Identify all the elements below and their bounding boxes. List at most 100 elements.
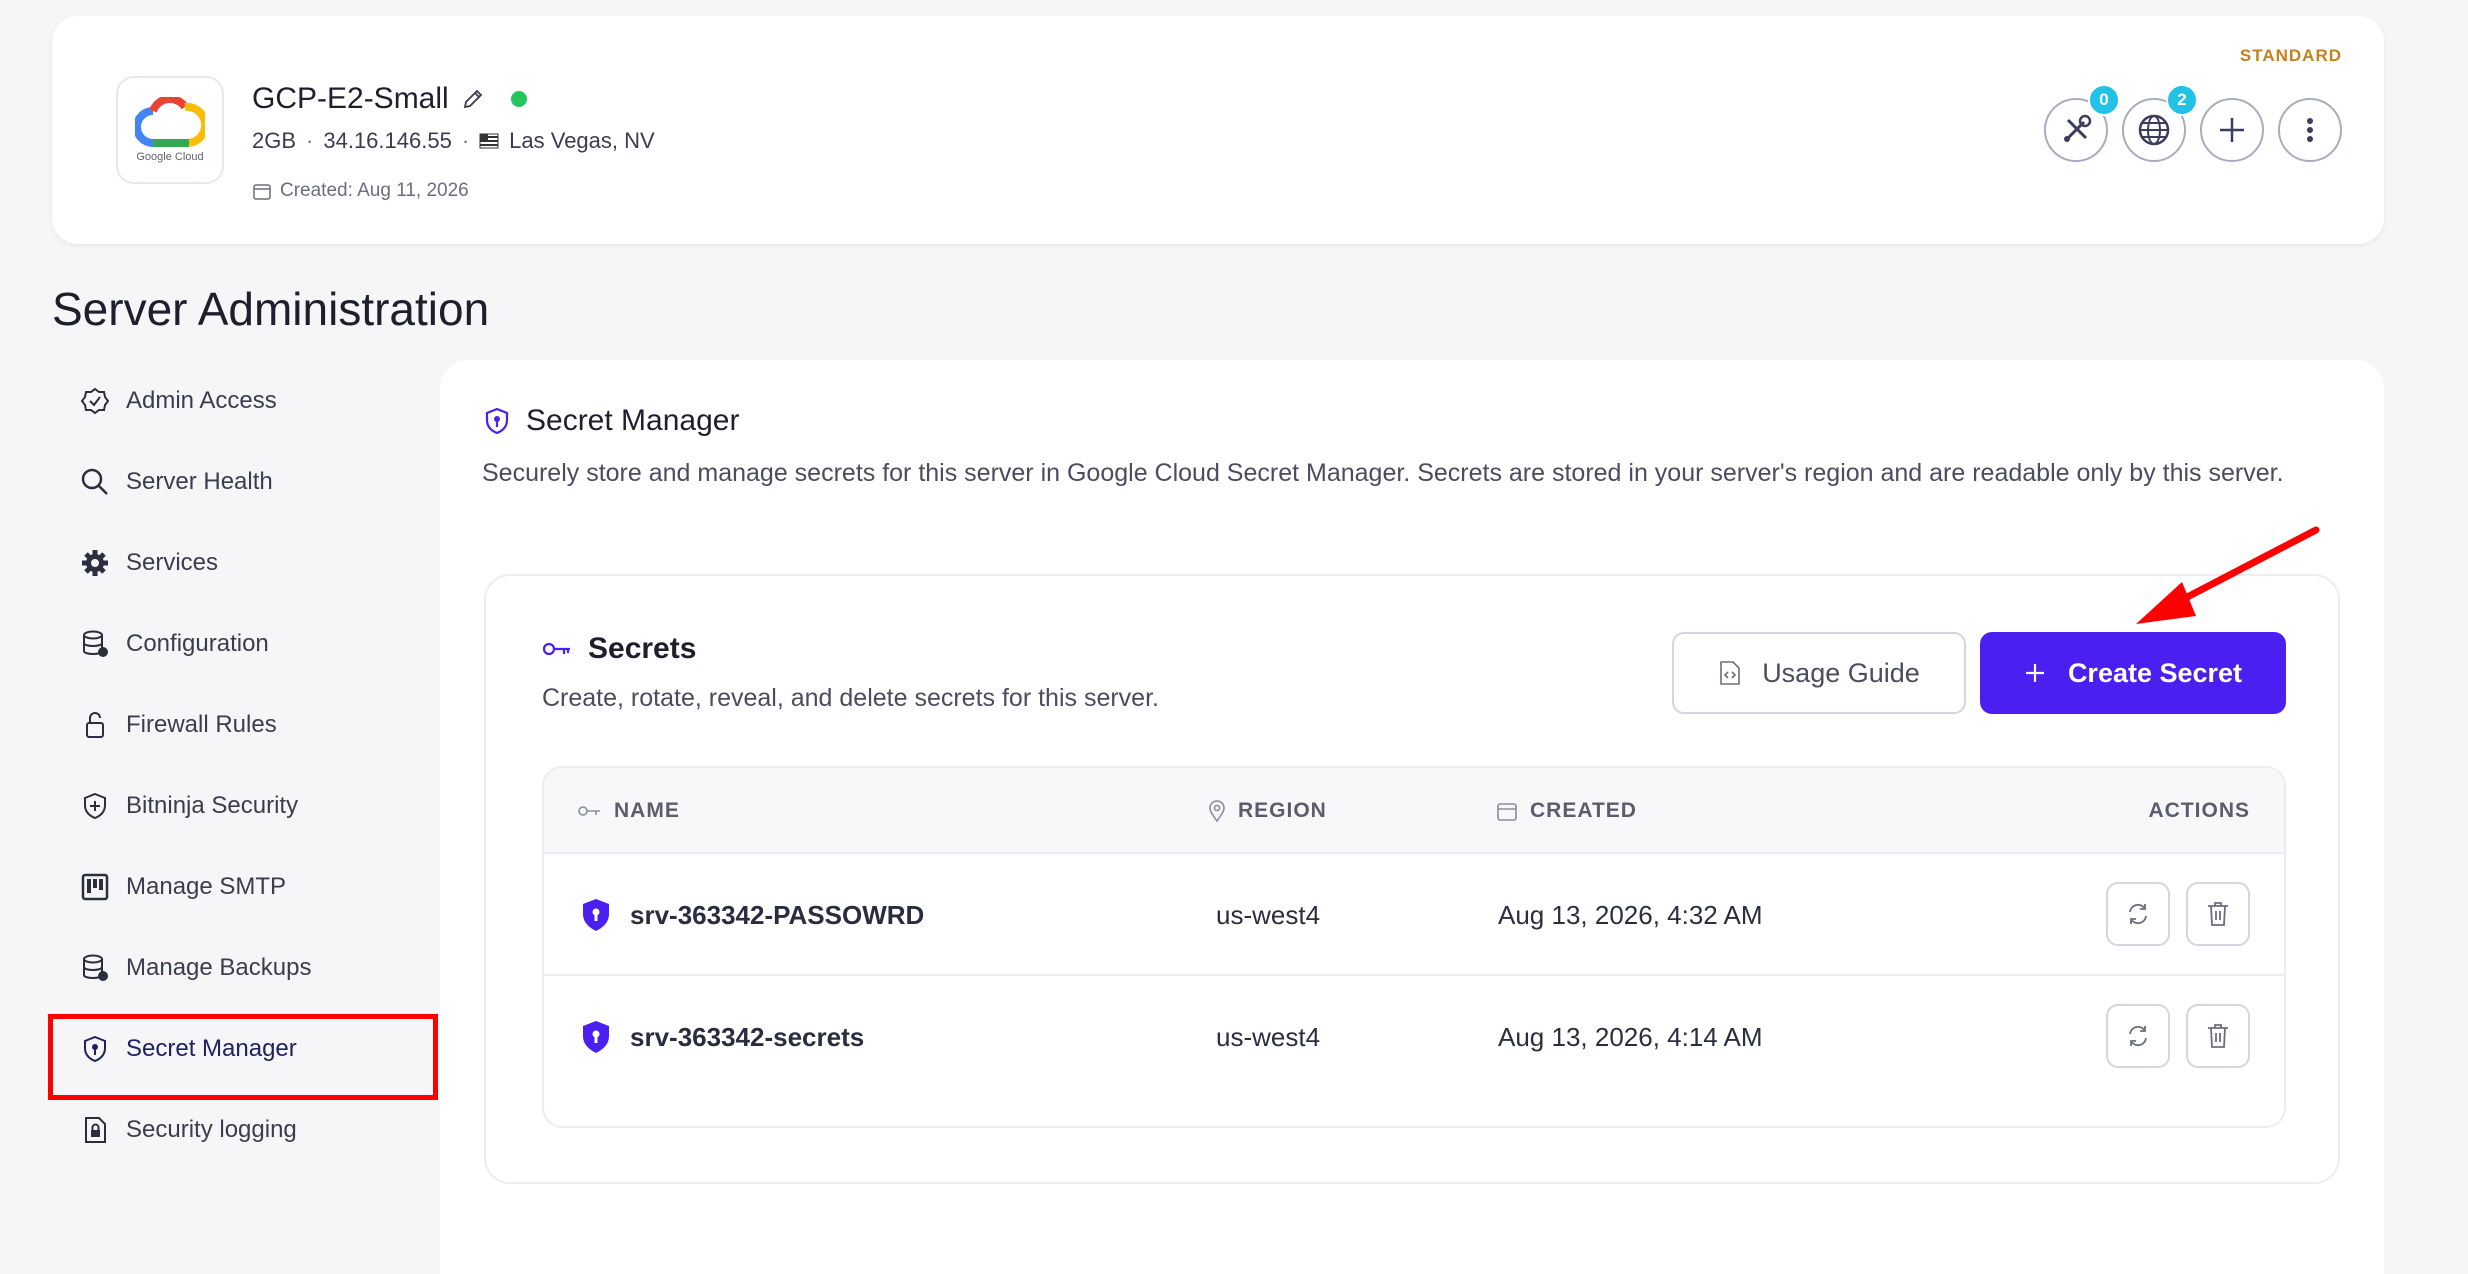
server-ram: 2GB — [252, 128, 297, 153]
refresh-icon — [2129, 903, 2147, 925]
sidebar-item-label: Manage Backups — [126, 953, 312, 981]
refresh-icon — [2129, 1025, 2147, 1047]
secrets-table: NAME REGION CREATED ACTIONS srv-363342-P… — [542, 766, 2286, 1128]
sidebar-item-admin-access[interactable]: Admin Access — [52, 360, 432, 441]
rotate-secret-button[interactable] — [2106, 1004, 2170, 1068]
code-file-icon — [1720, 661, 1740, 685]
delete-secret-button[interactable] — [2186, 882, 2250, 946]
secrets-title: Secrets — [542, 632, 696, 666]
sidebar-item-label: Secret Manager — [126, 1034, 297, 1062]
server-name-row: GCP-E2-Small — [252, 82, 527, 116]
sidebar-item-label: Configuration — [126, 629, 269, 657]
cloud-logo-icon — [135, 97, 205, 147]
sidebar-item-label: Admin Access — [126, 386, 277, 414]
us-flag-icon — [479, 133, 499, 149]
edit-pencil-icon[interactable] — [461, 87, 485, 111]
sidebar-item-manage-backups[interactable]: Manage Backups — [52, 927, 432, 1008]
panel-title-text: Secret Manager — [526, 404, 740, 437]
map-pin-icon — [1209, 800, 1225, 822]
database-icon — [83, 954, 108, 981]
domains-count-badge: 2 — [2166, 84, 2198, 116]
plus-icon — [2220, 118, 2244, 142]
created-date: Created: Aug 11, 2026 — [280, 180, 469, 201]
separator-dot: · — [461, 128, 470, 153]
search-icon — [81, 468, 108, 495]
secret-name: srv-363342-secrets — [630, 1021, 865, 1052]
key-icon — [578, 806, 600, 816]
secret-created: Aug 13, 2026, 4:14 AM — [1498, 1021, 1763, 1052]
panel-title: Secret Manager — [482, 404, 739, 438]
column-header-region: REGION — [1208, 768, 1327, 854]
panel-description: Securely store and manage secrets for th… — [482, 459, 2284, 487]
plus-icon — [2025, 664, 2044, 682]
page: Google Cloud GCP-E2-Small 2GB · 34.16.14… — [0, 0, 2468, 1274]
separator-dot: · — [306, 128, 314, 153]
sidebar-item-secret-manager[interactable]: Secret Manager — [48, 1008, 438, 1100]
server-ip: 34.16.146.55 — [323, 128, 452, 153]
tools-icon — [2064, 114, 2092, 142]
server-location: Las Vegas, NV — [509, 128, 655, 153]
secrets-subtitle: Create, rotate, reveal, and delete secre… — [542, 684, 1159, 712]
sidebar-item-manage-smtp[interactable]: Manage SMTP — [52, 846, 432, 927]
add-button[interactable] — [2200, 98, 2264, 162]
secret-region: us-west4 — [1216, 1021, 1321, 1052]
lock-icon — [86, 711, 104, 738]
calendar-icon — [253, 184, 271, 200]
column-header-created: CREATED — [1496, 768, 1637, 854]
globe-icon — [2138, 114, 2170, 146]
usage-guide-label: Usage Guide — [1762, 657, 1920, 688]
server-meta: 2GB · 34.16.146.55 · Las Vegas, NV — [252, 128, 655, 154]
secret-created: Aug 13, 2026, 4:32 AM — [1498, 899, 1763, 930]
create-secret-label: Create Secret — [2067, 657, 2243, 688]
secrets-title-text: Secrets — [588, 632, 697, 665]
check-badge-icon — [80, 387, 110, 414]
tools-count-badge: 0 — [2088, 84, 2120, 116]
secret-name: srv-363342-PASSOWRD — [630, 899, 925, 930]
trash-icon — [2208, 1024, 2228, 1048]
secret-name-cell: srv-363342-PASSOWRD — [580, 854, 924, 976]
table-row: srv-363342-secrets us-west4 Aug 13, 2026… — [544, 976, 2284, 1098]
file-lock-icon — [85, 1116, 106, 1143]
sidebar-item-label: Firewall Rules — [126, 710, 277, 738]
sidebar-item-firewall-rules[interactable]: Firewall Rules — [52, 684, 432, 765]
domains-button[interactable]: 2 — [2122, 84, 2198, 162]
sidebar-item-services[interactable]: Services — [52, 522, 432, 603]
secrets-card: Secrets Create, rotate, reveal, and dele… — [484, 574, 2340, 1184]
sidebar-item-bitninja-security[interactable]: Bitninja Security — [52, 765, 432, 846]
plan-badge: STANDARD — [2239, 46, 2342, 65]
server-created: Created: Aug 11, 2026 — [252, 180, 469, 202]
rotate-secret-button[interactable] — [2106, 882, 2170, 946]
sidebar-item-label: Manage SMTP — [126, 872, 287, 900]
usage-guide-button[interactable]: Usage Guide — [1672, 632, 1966, 714]
calendar-icon — [1497, 803, 1517, 821]
sidebar-item-label: Bitninja Security — [126, 791, 299, 819]
more-options-button[interactable] — [2278, 98, 2342, 162]
column-header-label: ACTIONS — [2148, 799, 2250, 822]
secret-region: us-west4 — [1216, 899, 1321, 930]
row-actions — [2106, 1004, 2250, 1068]
delete-secret-button[interactable] — [2186, 1004, 2250, 1068]
column-header-label: CREATED — [1530, 799, 1637, 822]
sidebar-item-configuration[interactable]: Configuration — [52, 603, 432, 684]
table-row: srv-363342-PASSOWRD us-west4 Aug 13, 202… — [544, 854, 2284, 976]
shield-key-icon — [583, 1021, 609, 1053]
sidebar-item-label: Services — [126, 548, 219, 576]
create-secret-button[interactable]: Create Secret — [1980, 632, 2286, 714]
annotation-arrow-icon — [2136, 526, 2320, 624]
mail-server-icon — [81, 873, 109, 900]
logo-caption: Google Cloud — [136, 151, 204, 163]
tools-button[interactable]: 0 — [2044, 84, 2120, 162]
sidebar-nav: Admin Access Server Health Services Conf… — [48, 360, 438, 1170]
sidebar-item-label: Security logging — [126, 1115, 297, 1143]
more-vertical-icon — [2307, 118, 2313, 142]
shield-key-icon — [84, 1035, 106, 1062]
server-card: Google Cloud GCP-E2-Small 2GB · 34.16.14… — [52, 16, 2384, 244]
header-actions: 0 2 — [2044, 84, 2342, 162]
secret-manager-panel: Secret Manager Securely store and manage… — [440, 360, 2384, 1274]
server-name: GCP-E2-Small — [252, 82, 449, 115]
sidebar-item-security-logging[interactable]: Security logging — [52, 1089, 432, 1170]
sidebar-item-server-health[interactable]: Server Health — [52, 441, 432, 522]
trash-icon — [2208, 902, 2228, 926]
column-header-label: REGION — [1238, 799, 1327, 822]
gear-icon — [82, 549, 108, 576]
